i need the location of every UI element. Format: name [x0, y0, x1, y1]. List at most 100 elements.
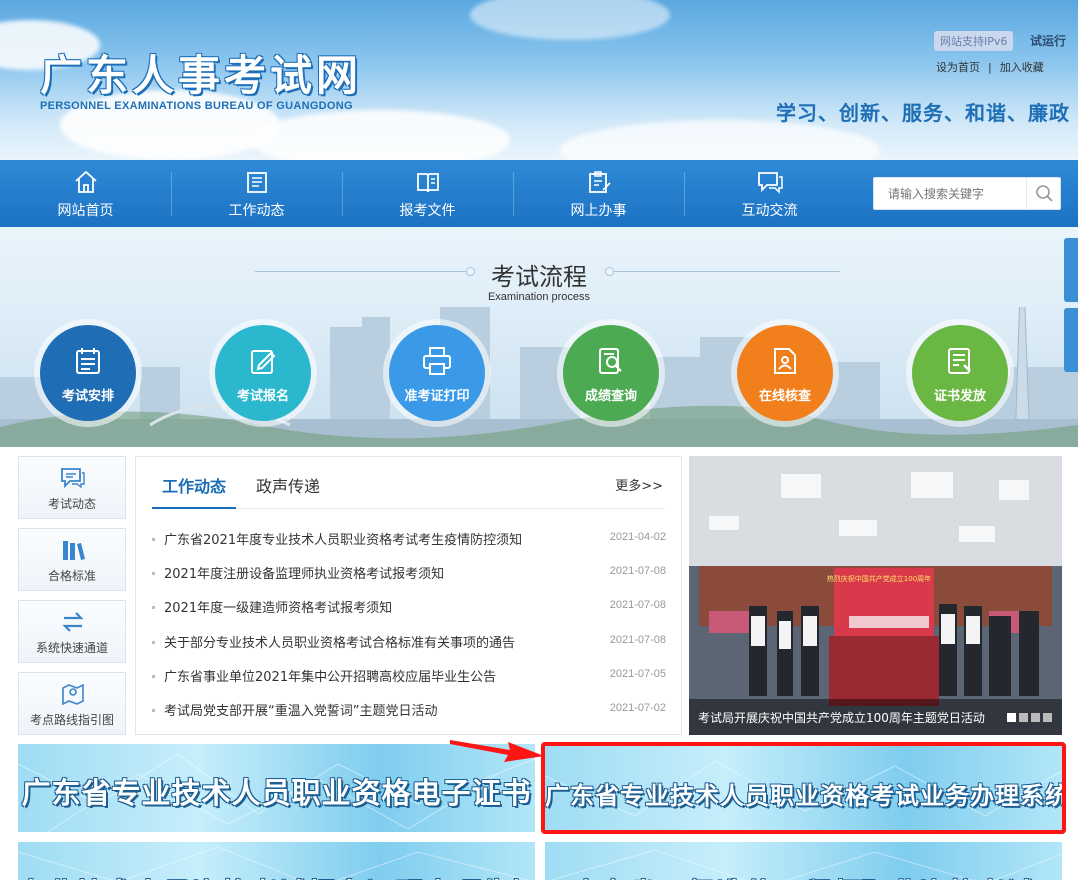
- news-title[interactable]: 考试局党支部开展“重温入党誓词”主题党日活动: [164, 700, 437, 719]
- nav-item-online-service[interactable]: 网上办事: [513, 160, 684, 227]
- bullet: [152, 709, 155, 712]
- exam-process-section: 考试流程 Examination process: [0, 227, 1078, 447]
- certificate-icon: [948, 348, 971, 374]
- pencil-icon: [251, 350, 276, 374]
- link-separator: |: [988, 61, 992, 74]
- banner-business-system[interactable]: 广东省专业技术人员职业资格考试业务办理系统: [545, 746, 1062, 830]
- book-icon: [417, 173, 439, 193]
- news-icon: [247, 172, 267, 193]
- photo-caption[interactable]: 考试局开展庆祝中国共产党成立100周年主题党日活动: [698, 709, 985, 726]
- side-float-tab[interactable]: [1064, 238, 1078, 302]
- news-date: 2021-07-08: [609, 565, 666, 577]
- bullet: [152, 641, 155, 644]
- news-date: 2021-04-02: [609, 531, 666, 543]
- news-title[interactable]: 广东省事业单位2021年集中公开招聘高校应届毕业生公告: [164, 666, 496, 685]
- more-link[interactable]: 更多>>: [615, 475, 663, 494]
- process-step-label: 考试安排: [61, 389, 114, 404]
- add-favorite-link[interactable]: 加入收藏: [1000, 61, 1044, 74]
- bullet: [152, 606, 155, 609]
- site-slogan: 学习、创新、服务、和谐、廉政: [776, 101, 1070, 125]
- search-input[interactable]: [874, 178, 1026, 209]
- banner-title: 广东省专业技术人员职业资格电子证书: [21, 776, 532, 810]
- news-item[interactable]: 广东省事业单位2021年集中公开招聘高校应届毕业生公告 2021-07-05: [152, 666, 666, 686]
- nav-item-work-news[interactable]: 工作动态: [171, 160, 342, 227]
- nav-item-home[interactable]: 网站首页: [0, 160, 171, 227]
- process-step-registration[interactable]: 考试报名: [215, 325, 311, 421]
- news-title[interactable]: 2021年度注册设备监理师执业资格考试报考须知: [164, 563, 444, 582]
- quick-link-pass-standard[interactable]: 合格标准: [18, 528, 126, 591]
- nav-item-exam-docs[interactable]: 报考文件: [342, 160, 513, 227]
- bullet: [152, 572, 155, 575]
- nav-item-label: 网站首页: [57, 203, 114, 219]
- process-step-label: 证书发放: [933, 389, 986, 404]
- cloud-decoration: [470, 0, 670, 40]
- news-item[interactable]: 2021年度一级建造师资格考试报考须知 2021-07-08: [152, 597, 666, 617]
- news-title[interactable]: 2021年度一级建造师资格考试报考须知: [164, 597, 392, 616]
- news-title[interactable]: 广东省2021年度专业技术人员职业资格考试考生疫情防控须知: [164, 529, 522, 548]
- process-title: 考试流程: [491, 263, 587, 291]
- books-icon: [63, 541, 85, 560]
- carousel-dot[interactable]: [1043, 713, 1052, 722]
- news-date: 2021-07-02: [609, 702, 666, 714]
- search-button[interactable]: [1026, 178, 1060, 209]
- news-item[interactable]: 考试局党支部开展“重温入党誓词”主题党日活动 2021-07-02: [152, 700, 666, 720]
- top-links: 设为首页 | 加入收藏: [932, 59, 1048, 75]
- set-home-link[interactable]: 设为首页: [936, 61, 980, 74]
- process-step-label: 成绩查询: [584, 389, 637, 404]
- swap-arrows-icon: [62, 612, 84, 632]
- quick-link-route-map[interactable]: 考点路线指引图: [18, 672, 126, 735]
- quick-link-exam-news[interactable]: 考试动态: [18, 456, 126, 519]
- search-icon: [1036, 185, 1053, 202]
- news-date: 2021-07-08: [609, 599, 666, 611]
- process-step-exam-schedule[interactable]: 考试安排: [40, 325, 136, 421]
- process-step-label: 准考证打印: [404, 389, 470, 404]
- chat-icon: [758, 172, 783, 194]
- carousel-dot[interactable]: [1007, 713, 1016, 722]
- banner-title: 广东省专业技术人员职业资格考试业务办理系统: [545, 782, 1062, 810]
- process-step-online-check[interactable]: 在线核查: [737, 325, 833, 421]
- banner-commitment-notice[interactable]: 专业技术人员资格考试报名证明事项告知承诺制: [18, 842, 535, 880]
- site-logo-subtitle: PERSONNEL EXAMINATIONS BUREAU OF GUANGDO…: [40, 100, 353, 112]
- search-box: [873, 177, 1061, 210]
- carousel-dot[interactable]: [1019, 713, 1028, 722]
- news-panel: 工作动态 政声传递 更多>> 广东省2021年度专业技术人员职业资格考试考生疫情…: [135, 456, 682, 735]
- news-item[interactable]: 广东省2021年度专业技术人员职业资格考试考生疫情防控须知 2021-04-02: [152, 529, 666, 549]
- tab-work-news[interactable]: 工作动态: [162, 473, 226, 497]
- tab-policy-news[interactable]: 政声传递: [256, 473, 320, 497]
- user-doc-icon: [774, 348, 796, 374]
- calendar-icon: [76, 348, 100, 374]
- chat-bubble-icon: [61, 468, 85, 489]
- clipboard-edit-icon: [589, 171, 611, 193]
- trial-label: 试运行: [1030, 34, 1067, 48]
- home-icon: [75, 170, 97, 193]
- news-date: 2021-07-05: [609, 668, 666, 680]
- process-step-certificate[interactable]: 证书发放: [912, 325, 1008, 421]
- news-date: 2021-07-08: [609, 634, 666, 646]
- quick-link-label: 系统快速通道: [35, 641, 108, 655]
- banner-cost-engineer-exam[interactable]: 广东省二级造价工程师职业资格考试: [545, 842, 1062, 880]
- banner-title: 专业技术人员资格考试报名证明事项告知承诺制: [18, 872, 535, 880]
- process-subtitle: Examination process: [487, 291, 591, 303]
- site-logo-title[interactable]: 广东人事考试网: [40, 42, 362, 103]
- quick-link-label: 合格标准: [47, 569, 96, 583]
- photo-caption-bar: 考试局开展庆祝中国共产党成立100周年主题党日活动: [689, 699, 1062, 735]
- quick-link-label: 考点路线指引图: [29, 713, 114, 727]
- bullet: [152, 675, 155, 678]
- nav-item-interaction[interactable]: 互动交流: [684, 160, 855, 227]
- news-title[interactable]: 关于部分专业技术人员职业资格考试合格标准有关事项的通告: [164, 632, 515, 651]
- printer-icon: [423, 347, 451, 375]
- red-arrow-annotation: [450, 740, 544, 762]
- news-item[interactable]: 关于部分专业技术人员职业资格考试合格标准有关事项的通告 2021-07-08: [152, 632, 666, 652]
- carousel-dot[interactable]: [1031, 713, 1040, 722]
- quick-link-label: 考试动态: [47, 497, 96, 511]
- process-step-admission-print[interactable]: 准考证打印: [389, 325, 485, 421]
- cloud-decoration: [250, 110, 510, 160]
- news-item[interactable]: 2021年度注册设备监理师执业资格考试报考须知 2021-07-08: [152, 563, 666, 583]
- banner-title: 广东省二级造价工程师职业资格考试: [545, 872, 1062, 880]
- meeting-room-photo: 热烈庆祝中国共产党成立100周年: [689, 456, 1062, 735]
- side-float-tab[interactable]: [1064, 308, 1078, 372]
- nav-item-label: 报考文件: [399, 203, 456, 219]
- news-photo-carousel[interactable]: 热烈庆祝中国共产党成立100周年 考试局开展庆祝中国共产党成立100周年主题党日…: [689, 456, 1062, 735]
- process-step-score-query[interactable]: 成绩查询: [563, 325, 659, 421]
- quick-link-system-channel[interactable]: 系统快速通道: [18, 600, 126, 663]
